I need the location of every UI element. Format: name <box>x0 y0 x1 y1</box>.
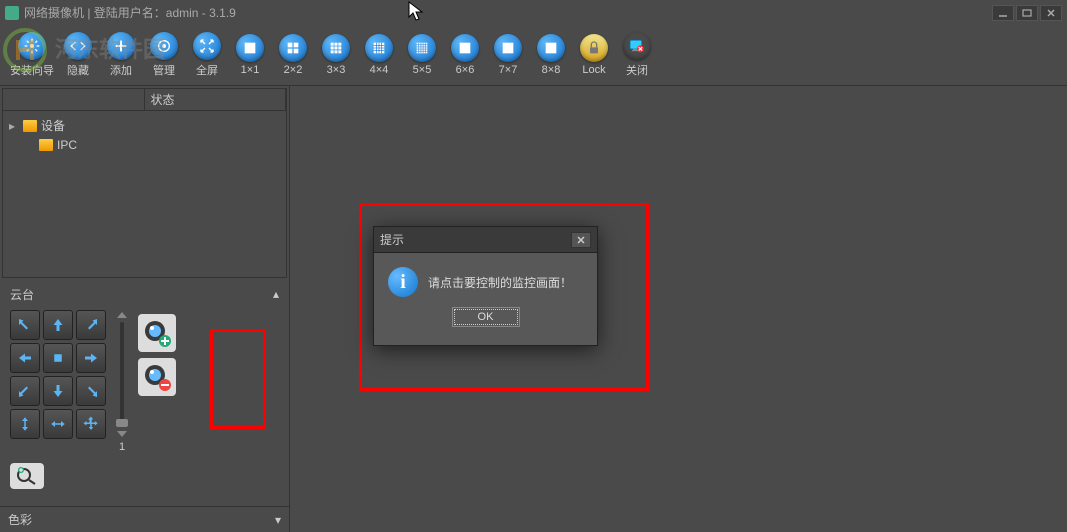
info-icon: i <box>388 267 418 297</box>
toolbar-label: 4×4 <box>370 64 389 76</box>
toolbar-label: 8×8 <box>542 64 561 76</box>
slider-down-icon[interactable] <box>116 429 128 439</box>
titlebar: 网络摄像机 | 登陆用户名：admin - 3.1.9 <box>0 0 1067 25</box>
toolbar-grid-5x5[interactable]: 5×5 <box>403 28 441 82</box>
ptz-up[interactable] <box>43 310 73 340</box>
ptz-up-right[interactable] <box>76 310 106 340</box>
toolbar-grid-1x1[interactable]: 1×1 <box>231 28 269 82</box>
grid7-icon <box>494 34 522 62</box>
close-button[interactable] <box>1040 5 1062 21</box>
maximize-button[interactable] <box>1016 5 1038 21</box>
toolbar-close[interactable]: 关闭 <box>618 28 656 82</box>
camera-remove-button[interactable] <box>138 358 176 396</box>
toolbar-label: 安装向导 <box>10 62 54 78</box>
ptz-down[interactable] <box>43 376 73 406</box>
ptz-left[interactable] <box>10 343 40 373</box>
lock-icon <box>580 34 608 62</box>
toolbar-label: 关闭 <box>626 62 648 78</box>
tree-node-label: 设备 <box>41 117 65 134</box>
close-monitor-icon <box>623 32 651 60</box>
folder-icon <box>23 120 37 132</box>
ptz-title: 云台 <box>10 286 34 303</box>
dialog-title: 提示 <box>380 231 404 248</box>
grid2-icon <box>279 34 307 62</box>
ptz-right[interactable] <box>76 343 106 373</box>
toolbar-fullscreen[interactable]: 全屏 <box>188 28 226 82</box>
ptz-down-left[interactable] <box>10 376 40 406</box>
toolbar-label: 隐藏 <box>67 62 89 78</box>
tree-root[interactable]: ▸ 设备 <box>7 115 282 136</box>
ptz-stop[interactable] <box>43 343 73 373</box>
minimize-button[interactable] <box>992 5 1014 21</box>
toolbar-label: 全屏 <box>196 62 218 78</box>
ptz-header[interactable]: 云台 ▴ <box>4 284 285 304</box>
grid3-icon <box>322 34 350 62</box>
toolbar: 安装向导 隐藏 添加 管理 全屏 1×1 2×2 3×3 4×4 5×5 6×6 <box>0 25 1067 85</box>
slider-up-icon[interactable] <box>116 310 128 320</box>
device-tree: 状态 ▸ 设备 IPC <box>2 88 287 278</box>
ptz-up-left[interactable] <box>10 310 40 340</box>
chevron-up-icon: ▴ <box>273 287 279 301</box>
ptz-down-right[interactable] <box>76 376 106 406</box>
color-header[interactable]: 色彩 ▾ <box>0 506 289 532</box>
grid1-icon <box>236 34 264 62</box>
expand-arrow-icon: ▸ <box>9 119 19 133</box>
grid4-icon <box>365 34 393 62</box>
toolbar-grid-8x8[interactable]: 8×8 <box>532 28 570 82</box>
gear-icon <box>18 32 46 60</box>
toolbar-label: 1×1 <box>241 64 260 76</box>
slider-value: 1 <box>119 441 125 453</box>
toolbar-label: 5×5 <box>413 64 432 76</box>
window-title: 网络摄像机 | 登陆用户名：admin - 3.1.9 <box>24 4 236 21</box>
grid6-icon <box>451 34 479 62</box>
camera-preset-group <box>138 310 176 453</box>
add-icon <box>107 32 135 60</box>
grid5-icon <box>408 34 436 62</box>
dialog-message: 请点击要控制的监控画面！ <box>428 274 572 291</box>
tree-col-name <box>3 89 145 110</box>
ptz-direction-pad <box>10 310 106 453</box>
sidebar: 状态 ▸ 设备 IPC 云台 ▴ <box>0 86 290 532</box>
toolbar-lock[interactable]: Lock <box>575 28 613 82</box>
toolbar-label: 6×6 <box>456 64 475 76</box>
toolbar-grid-4x4[interactable]: 4×4 <box>360 28 398 82</box>
toolbar-manage[interactable]: 管理 <box>145 28 183 82</box>
ptz-leftright[interactable] <box>43 409 73 439</box>
zoom-in-button[interactable] <box>10 463 44 489</box>
chevron-down-icon: ▾ <box>275 513 281 527</box>
toolbar-label: 2×2 <box>284 64 303 76</box>
grid8-icon <box>537 34 565 62</box>
ptz-updown[interactable] <box>10 409 40 439</box>
tree-child-ipc[interactable]: IPC <box>7 136 282 154</box>
folder-icon <box>39 139 53 151</box>
toolbar-install-wizard[interactable]: 安装向导 <box>10 28 54 82</box>
alert-dialog: 提示 i 请点击要控制的监控画面！ OK <box>373 226 598 346</box>
app-icon <box>5 6 19 20</box>
toolbar-label: 添加 <box>110 62 132 78</box>
manage-icon <box>150 32 178 60</box>
dialog-ok-button[interactable]: OK <box>452 307 520 327</box>
toolbar-label: 3×3 <box>327 64 346 76</box>
camera-add-button[interactable] <box>138 314 176 352</box>
toolbar-add[interactable]: 添加 <box>102 28 140 82</box>
ptz-all-directions[interactable] <box>76 409 106 439</box>
ptz-speed-slider[interactable]: 1 <box>116 310 128 453</box>
dialog-close-button[interactable] <box>571 232 591 248</box>
slider-track[interactable] <box>120 322 124 427</box>
toolbar-grid-2x2[interactable]: 2×2 <box>274 28 312 82</box>
toolbar-label: Lock <box>582 64 605 76</box>
annotation-highlight-camera <box>210 329 266 429</box>
toolbar-grid-3x3[interactable]: 3×3 <box>317 28 355 82</box>
slider-thumb[interactable] <box>116 419 128 427</box>
tree-node-label: IPC <box>57 138 77 152</box>
color-title: 色彩 <box>8 511 32 528</box>
toolbar-label: 7×7 <box>499 64 518 76</box>
fullscreen-icon <box>193 32 221 60</box>
toolbar-hide[interactable]: 隐藏 <box>59 28 97 82</box>
hide-icon <box>64 32 92 60</box>
toolbar-label: 管理 <box>153 62 175 78</box>
tree-col-status: 状态 <box>145 89 287 110</box>
toolbar-grid-6x6[interactable]: 6×6 <box>446 28 484 82</box>
toolbar-grid-7x7[interactable]: 7×7 <box>489 28 527 82</box>
